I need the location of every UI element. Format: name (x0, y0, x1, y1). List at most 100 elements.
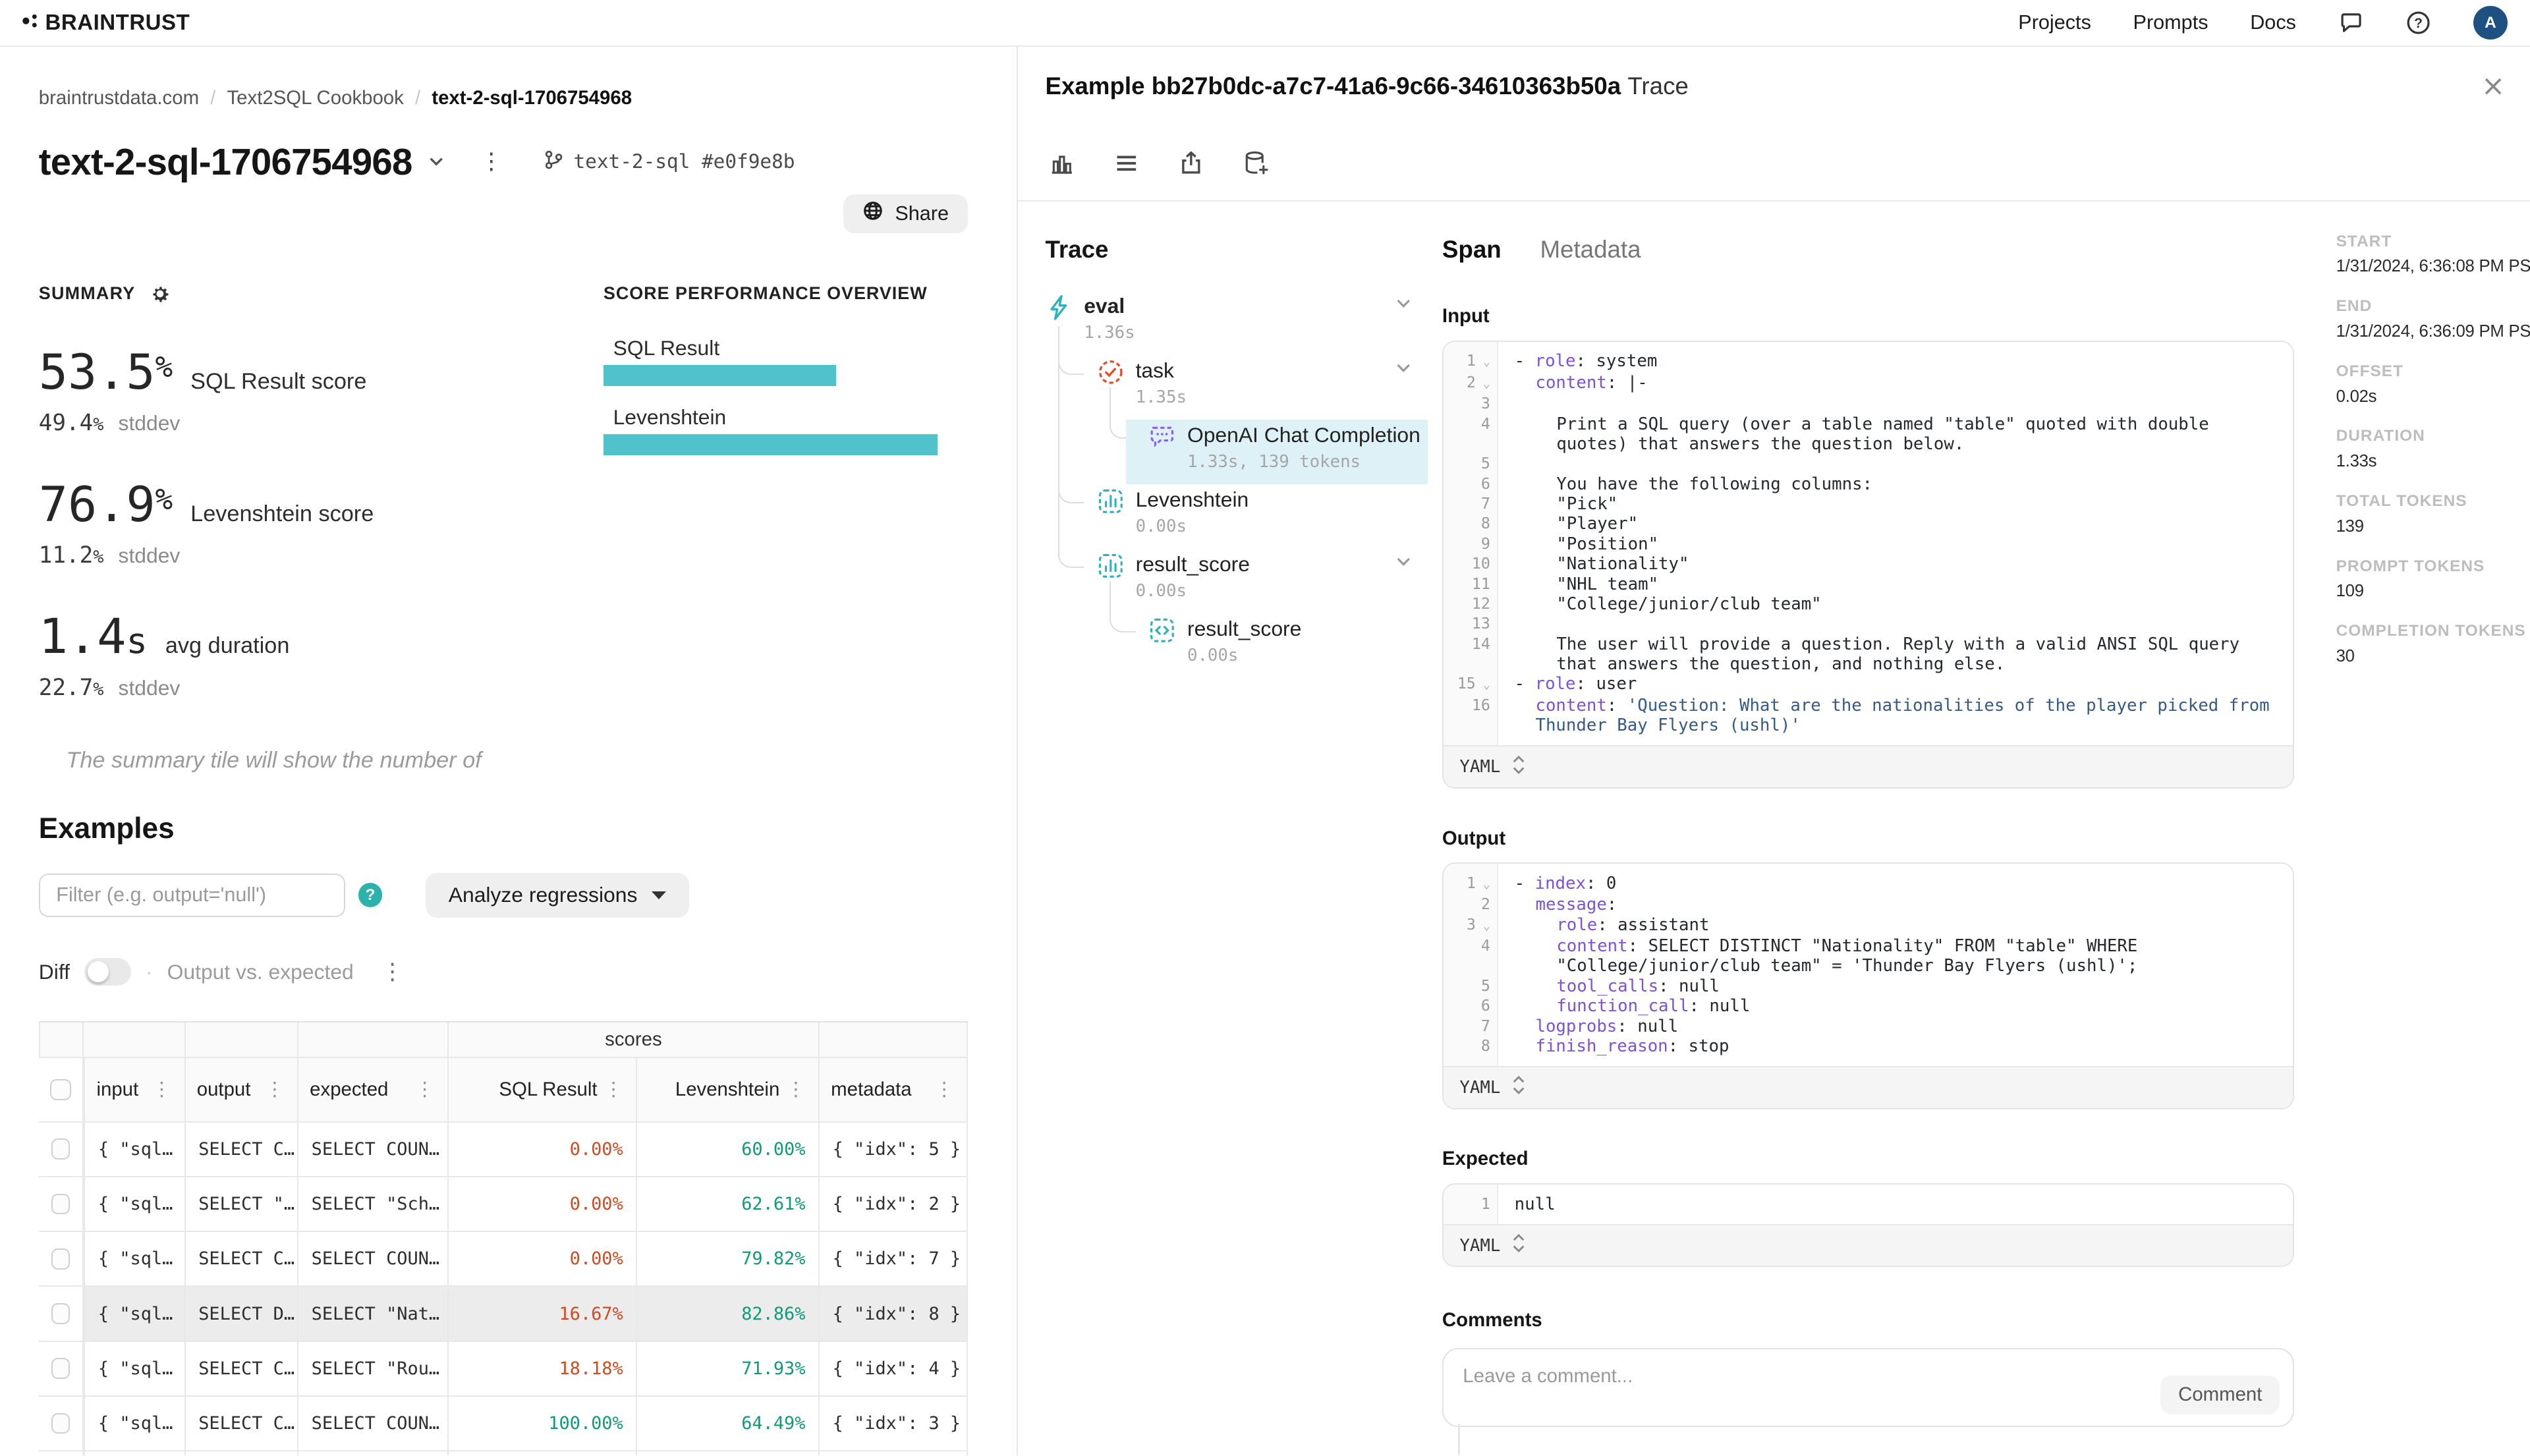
share-button[interactable]: Share (843, 194, 968, 233)
cell-metadata[interactable]: { "idx": 7 } (820, 1232, 968, 1287)
cell-sql-result-score[interactable]: 100.00% (449, 1451, 638, 1455)
help-icon[interactable]: ? (2405, 10, 2431, 36)
column-menu-icon[interactable]: ⋮ (415, 1080, 436, 1099)
column-menu-icon[interactable]: ⋮ (786, 1080, 807, 1099)
cell-sql-result-score[interactable]: 100.00% (449, 1397, 638, 1451)
cell-levenshtein-score[interactable]: 60.00% (637, 1123, 820, 1177)
language-selector[interactable]: YAML (1444, 1066, 2293, 1108)
cell-levenshtein-score[interactable]: 71.93% (637, 1342, 820, 1397)
trace-node-levenshtein[interactable]: Levenshtein0.00s (1097, 484, 1428, 549)
nav-link-docs[interactable]: Docs (2250, 11, 2296, 34)
cell-metadata[interactable]: { "idx": 3 } (820, 1397, 968, 1451)
line-number[interactable]: 15 ⌄ (1444, 674, 1498, 695)
checkbox[interactable] (50, 1079, 71, 1100)
cell-expected[interactable]: SELECT "Sch… (298, 1177, 449, 1232)
filter-help-icon[interactable]: ? (358, 883, 383, 907)
cell-metadata[interactable]: { "idx": 5 } (820, 1123, 968, 1177)
nav-link-prompts[interactable]: Prompts (2133, 11, 2208, 34)
cell-output[interactable]: SELECT "… (186, 1177, 298, 1232)
chat-bubble-icon[interactable] (2338, 10, 2364, 36)
cell-sql-result-score[interactable]: 16.67% (449, 1287, 638, 1341)
language-selector[interactable]: YAML (1444, 745, 2293, 787)
chart-icon[interactable] (1048, 150, 1076, 177)
column-menu-icon[interactable]: ⋮ (934, 1080, 955, 1099)
col-header-sql_result[interactable]: SQL Result⋮ (449, 1058, 638, 1123)
col-header-output[interactable]: output⋮ (186, 1058, 298, 1123)
comment-button[interactable]: Comment (2160, 1376, 2280, 1414)
gear-icon[interactable] (150, 283, 171, 304)
row-checkbox-cell[interactable] (39, 1123, 84, 1177)
row-checkbox-cell[interactable] (39, 1232, 84, 1287)
chevron-down-icon[interactable] (1395, 363, 1411, 374)
column-menu-icon[interactable]: ⋮ (604, 1080, 625, 1099)
checkbox[interactable] (51, 1358, 69, 1379)
checkbox[interactable] (51, 1413, 69, 1434)
analyze-regressions-button[interactable]: Analyze regressions (426, 873, 689, 918)
trace-node-openai-chat-completion[interactable]: OpenAI Chat Completion1.33s, 139 tokens (1126, 420, 1428, 484)
experiment-menu-icon[interactable]: ⋮ (480, 150, 504, 173)
checkbox[interactable] (51, 1138, 69, 1160)
row-checkbox-cell[interactable] (39, 1287, 84, 1341)
chevron-down-icon[interactable] (428, 156, 444, 167)
cell-expected[interactable]: SELECT "Dat… (298, 1451, 449, 1455)
row-checkbox-cell[interactable] (39, 1342, 84, 1397)
cell-output[interactable]: SELECT C… (186, 1342, 298, 1397)
tab-span[interactable]: Span (1442, 236, 1502, 264)
cell-output[interactable]: SELECT C… (186, 1123, 298, 1177)
cell-metadata[interactable]: { "idx": 6 } (820, 1451, 968, 1455)
database-add-icon[interactable] (1242, 150, 1270, 177)
line-number[interactable]: 1 ⌄ (1444, 351, 1498, 372)
row-checkbox-cell[interactable] (39, 1451, 84, 1455)
cell-levenshtein-score[interactable]: 84.21% (637, 1451, 820, 1455)
row-checkbox-cell[interactable] (39, 1177, 84, 1232)
score-bar-fill[interactable] (604, 434, 938, 455)
cell-output[interactable]: SELECT D… (186, 1451, 298, 1455)
rows-icon[interactable] (1113, 150, 1140, 177)
cell-metadata[interactable]: { "idx": 8 } (820, 1287, 968, 1341)
cell-input[interactable]: { "sql… (84, 1287, 185, 1341)
cell-input[interactable]: { "sql… (84, 1451, 185, 1455)
cell-output[interactable]: SELECT C… (186, 1397, 298, 1451)
trace-node-task[interactable]: task1.35s (1097, 355, 1428, 420)
cell-levenshtein-score[interactable]: 64.49% (637, 1397, 820, 1451)
nav-link-projects[interactable]: Projects (2018, 11, 2091, 34)
breadcrumb-org[interactable]: braintrustdata.com (39, 87, 199, 109)
cell-input[interactable]: { "sql… (84, 1232, 185, 1287)
cell-output[interactable]: SELECT C… (186, 1232, 298, 1287)
close-icon[interactable] (2482, 75, 2504, 98)
braintrust-logo[interactable]: BRAINTRUST (21, 9, 190, 38)
cell-levenshtein-score[interactable]: 79.82% (637, 1232, 820, 1287)
cell-expected[interactable]: SELECT "Rou… (298, 1342, 449, 1397)
cell-metadata[interactable]: { "idx": 2 } (820, 1177, 968, 1232)
cell-input[interactable]: { "sql… (84, 1123, 185, 1177)
cell-expected[interactable]: SELECT COUN… (298, 1232, 449, 1287)
tab-metadata[interactable]: Metadata (1540, 236, 1641, 264)
branch-ref[interactable]: text-2-sql #e0f9e8b (543, 148, 795, 175)
diff-menu-icon[interactable]: ⋮ (381, 961, 405, 983)
col-header-input[interactable]: input⋮ (84, 1058, 185, 1123)
cell-sql-result-score[interactable]: 18.18% (449, 1342, 638, 1397)
trace-node-result-score[interactable]: result_score0.00s (1097, 549, 1428, 613)
col-header-expected[interactable]: expected⋮ (298, 1058, 449, 1123)
checkbox[interactable] (51, 1248, 69, 1270)
cell-metadata[interactable]: { "idx": 4 } (820, 1342, 968, 1397)
filter-input[interactable] (39, 874, 345, 917)
cell-expected[interactable]: SELECT COUN… (298, 1397, 449, 1451)
cell-levenshtein-score[interactable]: 62.61% (637, 1177, 820, 1232)
breadcrumb-experiment[interactable]: text-2-sql-1706754968 (432, 87, 632, 109)
checkbox[interactable] (51, 1194, 69, 1215)
diff-toggle[interactable] (84, 958, 131, 986)
column-menu-icon[interactable]: ⋮ (152, 1080, 173, 1099)
cell-sql-result-score[interactable]: 0.00% (449, 1177, 638, 1232)
cell-expected[interactable]: SELECT COUN… (298, 1123, 449, 1177)
comment-box[interactable]: Leave a comment... Comment (1442, 1348, 2294, 1427)
language-selector[interactable]: YAML (1444, 1224, 2293, 1266)
column-menu-icon[interactable]: ⋮ (265, 1080, 286, 1099)
cell-levenshtein-score[interactable]: 82.86% (637, 1287, 820, 1341)
col-header-metadata[interactable]: metadata⋮ (820, 1058, 968, 1123)
select-all-checkbox[interactable] (39, 1058, 84, 1123)
checkbox[interactable] (51, 1303, 69, 1324)
avatar[interactable]: A (2473, 6, 2507, 40)
chevron-down-icon[interactable] (1395, 298, 1411, 310)
chevron-down-icon[interactable] (1395, 557, 1411, 568)
